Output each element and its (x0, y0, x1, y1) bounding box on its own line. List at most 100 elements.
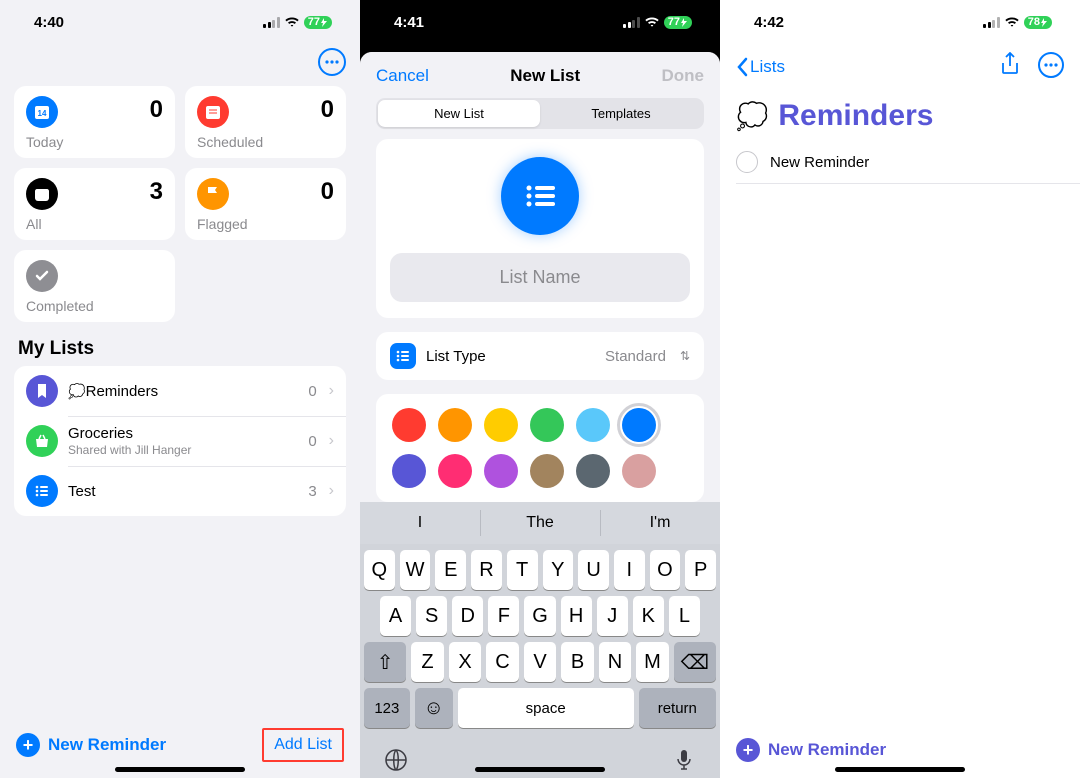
color-swatch[interactable] (438, 454, 472, 488)
cancel-button[interactable]: Cancel (376, 66, 429, 86)
key-A[interactable]: A (380, 596, 411, 636)
color-swatch[interactable] (484, 408, 518, 442)
color-swatch[interactable] (530, 454, 564, 488)
dictation-key[interactable] (672, 748, 696, 777)
key-Y[interactable]: Y (543, 550, 574, 590)
card-count: 3 (150, 178, 163, 206)
suggestion[interactable]: I'm (600, 502, 720, 544)
key-V[interactable]: V (524, 642, 557, 682)
key-G[interactable]: G (524, 596, 555, 636)
battery-indicator: 78 (1024, 16, 1052, 29)
color-swatch[interactable] (438, 408, 472, 442)
wifi-icon (644, 16, 660, 28)
home-indicator[interactable] (475, 767, 605, 772)
key-C[interactable]: C (486, 642, 519, 682)
list-row[interactable]: Test 3 › (14, 466, 346, 516)
reminders-home-screen: 4:40 77 14 0 Today 0 Scheduled 3 All (0, 0, 360, 778)
more-options-button[interactable] (1038, 52, 1064, 78)
color-swatch[interactable] (576, 408, 610, 442)
key-I[interactable]: I (614, 550, 645, 590)
space-key[interactable]: space (458, 688, 634, 728)
smart-card-today[interactable]: 14 0 Today (14, 86, 175, 158)
key-Z[interactable]: Z (411, 642, 444, 682)
globe-key[interactable] (384, 748, 408, 777)
list-icon-preview[interactable] (501, 157, 579, 235)
list-type-cell[interactable]: List Type Standard ⇅ (376, 332, 704, 380)
new-list-sheet: Cancel New List Done New ListTemplates L… (360, 52, 720, 778)
color-swatch[interactable] (484, 454, 518, 488)
key-B[interactable]: B (561, 642, 594, 682)
list-icon-name-panel (376, 139, 704, 318)
return-key[interactable]: return (639, 688, 716, 728)
chevron-left-icon (736, 57, 748, 77)
color-swatch[interactable] (530, 408, 564, 442)
wifi-icon (1004, 16, 1020, 28)
all-icon (26, 178, 58, 210)
key-P[interactable]: P (685, 550, 716, 590)
cellular-icon (623, 17, 640, 28)
key-Q[interactable]: Q (364, 550, 395, 590)
segmented-control[interactable]: New ListTemplates (376, 98, 704, 129)
key-F[interactable]: F (488, 596, 519, 636)
key-L[interactable]: L (669, 596, 700, 636)
battery-indicator: 77 (664, 16, 692, 29)
share-button[interactable] (1000, 52, 1020, 81)
sheet-title: New List (510, 66, 580, 86)
key-T[interactable]: T (507, 550, 538, 590)
more-options-button[interactable] (318, 48, 346, 76)
key-S[interactable]: S (416, 596, 447, 636)
home-indicator[interactable] (835, 767, 965, 772)
list-row[interactable]: 💭 Reminders 0 › (14, 366, 346, 416)
segment-new-list[interactable]: New List (378, 100, 540, 127)
key-W[interactable]: W (400, 550, 431, 590)
key-U[interactable]: U (578, 550, 609, 590)
add-list-button[interactable]: Add List (262, 728, 344, 762)
new-reminder-button[interactable]: + New Reminder (736, 738, 886, 762)
emoji-key[interactable]: ☺ (415, 688, 453, 728)
new-reminder-label: New Reminder (768, 740, 886, 760)
key-M[interactable]: M (636, 642, 669, 682)
color-swatch[interactable] (576, 454, 610, 488)
key-J[interactable]: J (597, 596, 628, 636)
key-X[interactable]: X (449, 642, 482, 682)
key-D[interactable]: D (452, 596, 483, 636)
segment-templates[interactable]: Templates (540, 100, 702, 127)
color-swatch[interactable] (392, 454, 426, 488)
smart-card-all[interactable]: 3 All (14, 168, 175, 240)
smart-card-completed[interactable]: Completed (14, 250, 175, 322)
color-swatch[interactable] (622, 408, 656, 442)
reminder-row[interactable]: New Reminder (736, 147, 1080, 184)
scheduled-icon (197, 96, 229, 128)
delete-key[interactable]: ⌫ (674, 642, 716, 682)
list-row[interactable]: GroceriesShared with Jill Hanger 0 › (14, 416, 346, 466)
battery-indicator: 77 (304, 16, 332, 29)
numbers-key[interactable]: 123 (364, 688, 410, 728)
home-indicator[interactable] (115, 767, 245, 772)
shift-key[interactable]: ⇧ (364, 642, 406, 682)
key-N[interactable]: N (599, 642, 632, 682)
key-H[interactable]: H (561, 596, 592, 636)
done-button[interactable]: Done (661, 66, 704, 86)
smart-card-scheduled[interactable]: 0 Scheduled (185, 86, 346, 158)
key-K[interactable]: K (633, 596, 664, 636)
card-count: 0 (321, 178, 334, 206)
list-name-input[interactable] (390, 253, 690, 302)
suggestion[interactable]: The (480, 502, 600, 544)
new-reminder-button[interactable]: + New Reminder (16, 733, 166, 757)
suggestion[interactable]: I (360, 502, 480, 544)
key-R[interactable]: R (471, 550, 502, 590)
color-picker (376, 394, 704, 502)
smart-card-flagged[interactable]: 0 Flagged (185, 168, 346, 240)
list-name: Test (68, 483, 298, 500)
color-swatch[interactable] (392, 408, 426, 442)
cellular-icon (263, 17, 280, 28)
key-E[interactable]: E (435, 550, 466, 590)
key-O[interactable]: O (650, 550, 681, 590)
status-time: 4:41 (394, 14, 424, 31)
list-name: GroceriesShared with Jill Hanger (68, 425, 298, 457)
list-icon (26, 475, 58, 507)
color-swatch[interactable] (622, 454, 656, 488)
wifi-icon (284, 16, 300, 28)
back-button[interactable]: Lists (736, 57, 785, 77)
completion-circle[interactable] (736, 151, 758, 173)
